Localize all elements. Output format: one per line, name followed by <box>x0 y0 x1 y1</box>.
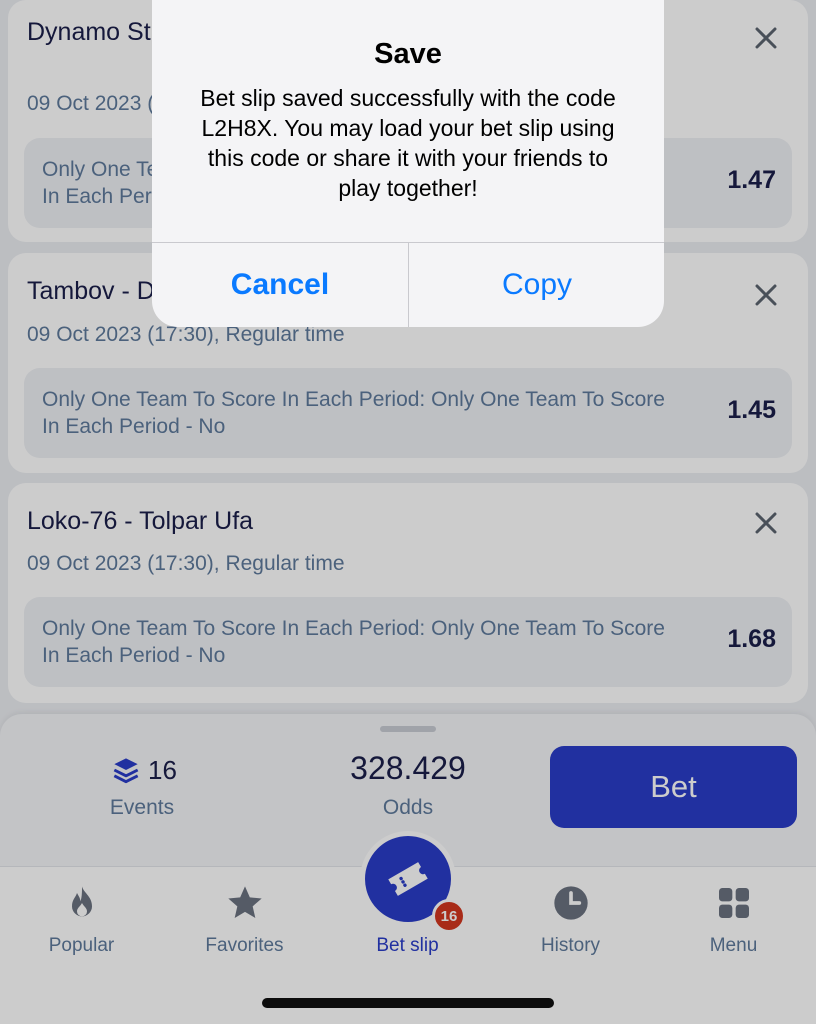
copy-button[interactable]: Copy <box>409 243 664 327</box>
cancel-button[interactable]: Cancel <box>152 243 408 327</box>
alert-message: Bet slip saved successfully with the cod… <box>200 85 616 201</box>
home-indicator <box>262 998 554 1008</box>
save-alert-dialog: Save Bet slip saved successfully with th… <box>152 0 664 327</box>
alert-title: Save <box>374 38 442 70</box>
